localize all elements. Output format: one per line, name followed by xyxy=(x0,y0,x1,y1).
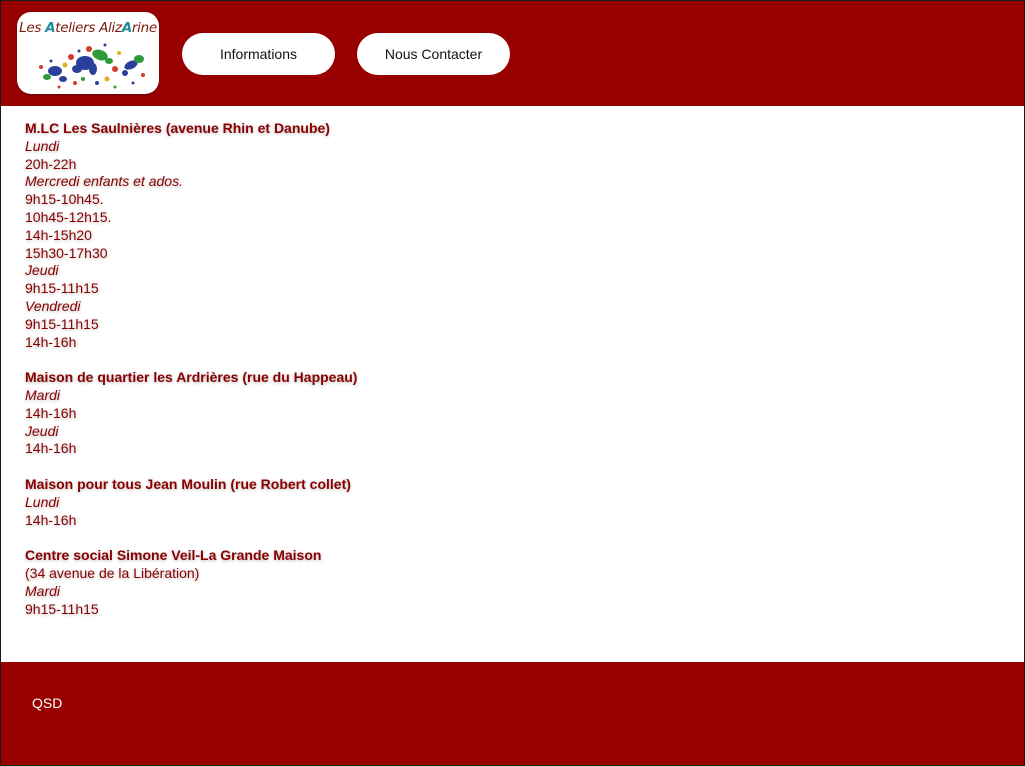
schedule-line: 14h-15h20 xyxy=(25,226,92,243)
schedule-day: Jeudi xyxy=(25,422,59,439)
schedule-content: M.LC Les Saulnières (avenue Rhin et Danu… xyxy=(25,120,1005,636)
venue-block: M.LC Les Saulnières (avenue Rhin et Danu… xyxy=(25,120,1005,351)
schedule-day: Mercredi enfants et ados. xyxy=(25,173,183,190)
schedule-line: 15h30-17h30 xyxy=(25,244,108,261)
footer-text: QSD xyxy=(32,695,63,711)
schedule-day: Mardi xyxy=(25,582,61,599)
schedule-day: Vendredi xyxy=(25,297,81,314)
paint-splash-icon xyxy=(39,43,145,89)
informations-button[interactable]: Informations xyxy=(182,33,335,75)
schedule-line: 9h15-10h45. xyxy=(25,191,104,208)
schedule-line: 14h-16h xyxy=(25,333,77,350)
schedule-line: 14h-16h xyxy=(25,404,77,421)
site-logo[interactable]: Les Ateliers AlizArine xyxy=(17,12,159,94)
schedule-line: 20h-22h xyxy=(25,155,77,172)
schedule-day: Jeudi xyxy=(25,262,59,279)
venue-block: Centre social Simone Veil-La Grande Mais… xyxy=(25,547,1005,618)
venue-block: Maison pour tous Jean Moulin (rue Robert… xyxy=(25,476,1005,529)
schedule-line: 9h15-11h15 xyxy=(25,600,99,617)
nous-contacter-button[interactable]: Nous Contacter xyxy=(357,33,510,75)
venue-title: Maison de quartier les Ardrières (rue du… xyxy=(25,369,358,386)
venue-title: M.LC Les Saulnières (avenue Rhin et Danu… xyxy=(25,120,330,136)
schedule-day: Lundi xyxy=(25,137,60,154)
site-footer: QSD xyxy=(1,662,1024,765)
schedule-line: (34 avenue de la Libération) xyxy=(25,564,200,581)
schedule-line: 9h15-11h15 xyxy=(25,315,99,332)
schedule-line: 10h45-12h15. xyxy=(25,208,112,225)
site-header: Les Ateliers AlizArine Informations Nous… xyxy=(1,1,1024,106)
schedule-day: Lundi xyxy=(25,493,60,510)
venue-title: Centre social Simone Veil-La Grande Mais… xyxy=(25,547,322,564)
schedule-line: 9h15-11h15 xyxy=(25,280,99,297)
schedule-line: 14h-16h xyxy=(25,440,77,457)
venue-block: Maison de quartier les Ardrières (rue du… xyxy=(25,369,1005,458)
logo-text: Les Ateliers AlizArine xyxy=(19,20,157,36)
schedule-line: 14h-16h xyxy=(25,511,77,528)
schedule-day: Mardi xyxy=(25,386,61,403)
venue-title: Maison pour tous Jean Moulin (rue Robert… xyxy=(25,475,351,492)
page-frame: Les Ateliers AlizArine Informations Nous… xyxy=(0,0,1025,766)
